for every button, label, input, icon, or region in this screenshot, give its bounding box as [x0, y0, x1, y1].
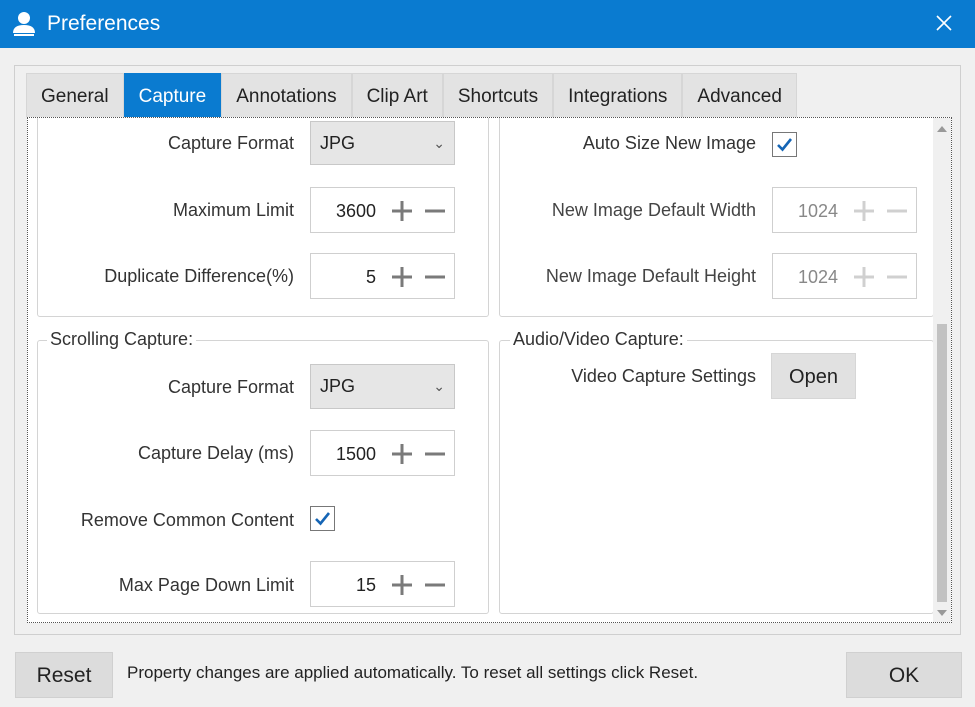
max-page-down-stepper[interactable]: 15 [310, 561, 455, 607]
tab-clip-art[interactable]: Clip Art [351, 73, 443, 117]
remove-common-label: Remove Common Content [80, 510, 294, 530]
minus-icon[interactable] [885, 265, 909, 289]
footer-message: Property changes are applied automatical… [127, 663, 699, 682]
minus-icon[interactable] [423, 199, 447, 223]
title-bar: Preferences [0, 0, 975, 48]
capture-settings-panel: Capture Format JPG ⌄ Maximum Limit 3600 … [27, 117, 952, 623]
default-width-value: 1024 [797, 201, 838, 221]
maximum-limit-value: 3600 [335, 201, 376, 221]
scroll-down-icon[interactable] [936, 609, 948, 618]
capture-format-value: JPG [320, 133, 356, 153]
auto-size-label: Auto Size New Image [582, 133, 756, 153]
scroll-format-value: JPG [320, 376, 356, 396]
auto-size-checkbox[interactable] [772, 132, 797, 157]
minus-icon[interactable] [423, 265, 447, 289]
plus-icon[interactable] [390, 573, 414, 597]
default-height-label: New Image Default Height [545, 266, 756, 286]
vertical-scrollbar[interactable] [933, 118, 951, 622]
maximum-limit-stepper[interactable]: 3600 [310, 187, 455, 233]
duplicate-difference-stepper[interactable]: 5 [310, 253, 455, 299]
video-settings-label: Video Capture Settings [571, 366, 756, 386]
default-width-stepper[interactable]: 1024 [772, 187, 917, 233]
minus-icon[interactable] [423, 442, 447, 466]
tab-strip: General Capture Annotations Clip Art Sho… [26, 73, 797, 117]
dialog-body: General Capture Annotations Clip Art Sho… [0, 48, 975, 707]
tab-advanced[interactable]: Advanced [682, 73, 797, 117]
tab-integrations[interactable]: Integrations [553, 73, 683, 117]
minus-icon[interactable] [885, 199, 909, 223]
capture-delay-stepper[interactable]: 1500 [310, 430, 455, 476]
remove-common-checkbox[interactable] [310, 506, 335, 531]
checkmark-icon [777, 138, 793, 152]
capture-format-label: Capture Format [167, 133, 294, 153]
duplicate-difference-value: 5 [365, 267, 376, 287]
tab-annotations[interactable]: Annotations [221, 73, 352, 117]
plus-icon[interactable] [390, 442, 414, 466]
audio-video-title: Audio/Video Capture: [510, 329, 687, 350]
plus-icon[interactable] [390, 199, 414, 223]
chevron-down-icon: ⌄ [433, 135, 445, 151]
default-height-value: 1024 [797, 267, 838, 287]
tab-capture[interactable]: Capture [123, 73, 222, 117]
max-page-down-value: 15 [355, 575, 376, 595]
capture-delay-value: 1500 [335, 444, 376, 464]
open-video-settings-button[interactable]: Open [771, 353, 856, 399]
chevron-down-icon: ⌄ [433, 378, 445, 394]
scrolling-capture-title: Scrolling Capture: [47, 329, 197, 350]
ok-button[interactable]: OK [846, 652, 962, 698]
plus-icon[interactable] [390, 265, 414, 289]
checkmark-icon [315, 512, 331, 526]
scroll-format-select[interactable]: JPG ⌄ [310, 364, 455, 409]
max-page-down-label: Max Page Down Limit [118, 575, 294, 595]
tab-shortcuts[interactable]: Shortcuts [442, 73, 554, 117]
scroll-format-label: Capture Format [167, 377, 294, 397]
scroll-up-icon[interactable] [936, 124, 948, 133]
minus-icon[interactable] [423, 573, 447, 597]
duplicate-difference-label: Duplicate Difference(%) [104, 266, 294, 286]
maximum-limit-label: Maximum Limit [172, 200, 294, 220]
capture-delay-label: Capture Delay (ms) [137, 443, 294, 463]
user-icon [13, 12, 35, 36]
capture-format-select[interactable]: JPG ⌄ [310, 121, 455, 165]
plus-icon[interactable] [852, 265, 876, 289]
default-height-stepper[interactable]: 1024 [772, 253, 917, 299]
tab-general[interactable]: General [26, 73, 124, 117]
window-title: Preferences [47, 12, 161, 35]
scrollbar-thumb[interactable] [937, 324, 947, 602]
default-width-label: New Image Default Width [551, 200, 756, 220]
close-icon[interactable] [931, 10, 957, 36]
reset-button[interactable]: Reset [15, 652, 113, 698]
plus-icon[interactable] [852, 199, 876, 223]
